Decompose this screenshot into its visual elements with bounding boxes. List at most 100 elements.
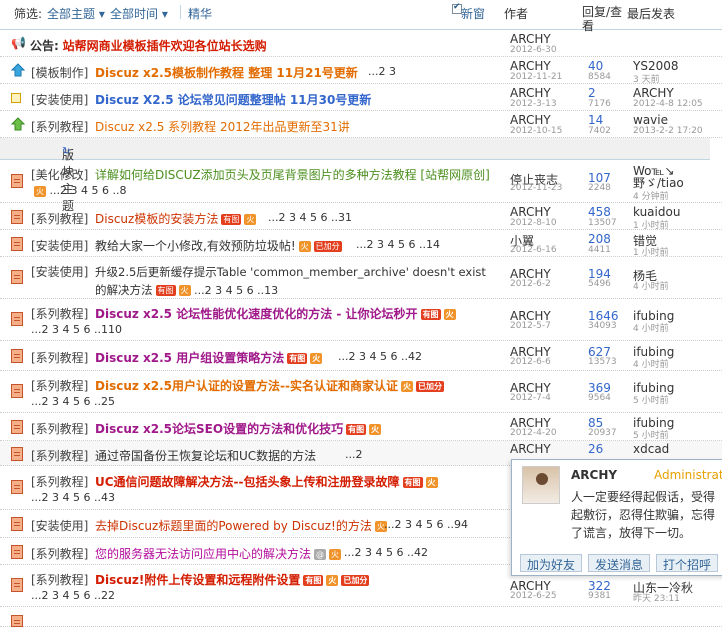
thread-pages[interactable]: ...2 3 4 5 6 ..42: [338, 350, 422, 363]
thread-category[interactable]: [安装使用]: [31, 263, 88, 280]
author[interactable]: ARCHY: [510, 59, 551, 73]
thread-category[interactable]: [系列教程]: [31, 420, 88, 437]
thread-pages[interactable]: ...2 3 4 5 6 ..110: [31, 323, 122, 336]
thread-title[interactable]: Discuz x2.5 论坛性能优化速度优化的方法 - 让你论坛秒开 有图火: [95, 305, 456, 322]
thread-title[interactable]: Discuz模板的安装方法 有图火: [95, 210, 257, 227]
filter-all-topics[interactable]: 全部主题 ▾: [47, 5, 105, 22]
hot-icon: 火: [329, 549, 342, 560]
thread-doc-icon: [11, 349, 23, 363]
thread-category[interactable]: [美化修改]: [31, 166, 88, 183]
refresh-icon[interactable]: ↻: [62, 146, 70, 157]
thread-pages[interactable]: ...2 3 4 5 6 ..31: [268, 211, 352, 224]
thread-title[interactable]: 您的服务器无法访问应用中心的解决方法 @ 火: [95, 545, 342, 562]
thread-category[interactable]: [系列教程]: [31, 305, 88, 322]
view-count: 5496: [588, 279, 611, 289]
thread-title[interactable]: Discuz x2.5用户认证的设置方法--实名认证和商家认证火已加分: [95, 377, 444, 394]
thread-title[interactable]: UC通信问题故障解决方法--包括头象上传和注册登录故障 有图火: [95, 473, 438, 490]
thread-category[interactable]: [系列教程]: [31, 473, 88, 490]
thread-title[interactable]: 升级2.5后更新缓存提示Table 'common_member_archive…: [95, 263, 495, 300]
last-poster[interactable]: xdcad: [633, 442, 669, 456]
post-date: 2012-11-23: [510, 183, 563, 193]
thread-pages[interactable]: ...2 3 4 5 6 ..43: [31, 491, 115, 504]
thread-pages[interactable]: ...2 3 4 5 6 ..94: [384, 518, 468, 531]
user-name[interactable]: ARCHY: [571, 468, 617, 482]
filter-digest[interactable]: 精华: [188, 5, 212, 22]
sticky-row: 📢 公告: 站帮网商业模板插件欢迎各位站长选购 ARCHY 2012-6-30: [0, 30, 722, 57]
thread-pages[interactable]: ...2: [345, 448, 363, 461]
thread-category[interactable]: [系列教程]: [31, 377, 88, 394]
filter-bar: 筛选: 全部主题 ▾ 全部时间 ▾ 精华 新窗 作者 回复/查看 最后发表: [0, 0, 722, 33]
view-count: 2248: [588, 183, 611, 193]
last-time: 4 分钟前: [633, 192, 669, 202]
thread-title[interactable]: Discuz x2.5 用户组设置策略方法 有图火: [95, 349, 323, 366]
thread-pages[interactable]: 火 ...2 3 4 5 6 ..8: [31, 184, 126, 197]
sticky-row: [模板制作] Discuz x2.5模板制作教程 整理 11月21号更新 ...…: [0, 57, 722, 85]
new-window-label[interactable]: 新窗: [461, 5, 485, 22]
last-poster[interactable]: kuaidou: [633, 205, 680, 219]
thread-category[interactable]: [安装使用]: [31, 517, 88, 534]
thread-title[interactable]: Discuz x2.5模板制作教程 整理 11月21号更新: [95, 64, 358, 81]
reply-count[interactable]: 2: [588, 86, 596, 100]
send-message-button[interactable]: 发送消息: [588, 554, 651, 572]
thread-title[interactable]: Discuz x2.5 系列教程 2012年出品更新至31讲: [95, 118, 350, 135]
thread-title[interactable]: 详解如何给DISCUZ添加页头及页尾背景图片的多种方法教程 [站帮网原创]: [95, 166, 490, 183]
author[interactable]: ARCHY: [510, 113, 551, 127]
post-date: 2012-5-7: [510, 321, 551, 331]
view-count: 13573: [588, 357, 617, 367]
reply-count[interactable]: 40: [588, 59, 603, 73]
say-hello-button[interactable]: 打个招呼: [656, 554, 719, 572]
reply-count[interactable]: 458: [588, 205, 611, 219]
thread-category[interactable]: [系列教程]: [31, 571, 88, 588]
thread-title[interactable]: 教给大家一个小修改,有效预防垃圾帖! 火已加分: [95, 237, 342, 254]
avatar[interactable]: [522, 466, 560, 504]
thread-pages[interactable]: ...2 3: [368, 65, 396, 78]
last-time: 5 小时前: [633, 431, 669, 441]
last-poster[interactable]: YS2008: [633, 59, 679, 73]
post-date: 2012-8-10: [510, 218, 557, 228]
announcement-icon: 📢: [11, 36, 26, 50]
reply-count[interactable]: 208: [588, 232, 611, 246]
filter-label: 筛选:: [14, 7, 43, 21]
thread-category[interactable]: [系列教程]: [31, 210, 88, 227]
add-friend-button[interactable]: 加为好友: [520, 554, 583, 572]
thread-pages[interactable]: ...2 3 4 5 6 ..22: [31, 589, 115, 602]
last-poster[interactable]: Wo℡↘野ゞ/tiao: [633, 165, 709, 189]
author[interactable]: ARCHY: [510, 205, 551, 219]
filter-all-time[interactable]: 全部时间 ▾: [110, 5, 168, 22]
thread-title[interactable]: Discuz x2.5论坛SEO设置的方法和优化技巧 有图火: [95, 420, 382, 437]
thread-category[interactable]: [系列教程]: [31, 349, 88, 366]
thread-category[interactable]: [安装使用]: [31, 237, 88, 254]
thread-category[interactable]: [系列教程]: [31, 118, 88, 135]
post-date: 2012-6-6: [510, 357, 551, 367]
thread-title[interactable]: Discuz X2.5 论坛常见问题整理帖 11月30号更新: [95, 91, 371, 108]
view-count: 9381: [588, 591, 611, 601]
has-image-icon: 有图: [346, 424, 367, 435]
view-count: 4411: [588, 245, 611, 255]
view-count: 9564: [588, 393, 611, 403]
thread-category[interactable]: [系列教程]: [31, 447, 88, 464]
reply-count[interactable]: 14: [588, 113, 603, 127]
announce-title[interactable]: 公告: 站帮网商业模板插件欢迎各位站长选购: [30, 37, 267, 54]
author[interactable]: ARCHY: [510, 442, 551, 456]
last-poster[interactable]: ARCHY: [633, 86, 674, 100]
thread-doc-icon: [11, 210, 23, 224]
thread-pages[interactable]: ...2 3 4 5 6 ..14: [356, 238, 440, 251]
section-header: 版块主题 ↻: [0, 138, 710, 213]
thread-title[interactable]: 通过帝国备份王恢复论坛和UC数据的方法: [95, 447, 316, 464]
has-image-icon: 有图: [402, 477, 423, 488]
author[interactable]: ARCHY: [510, 86, 551, 100]
thread-pages[interactable]: ...2 3 4 5 6 ..25: [31, 395, 115, 408]
pin-top-icon: [10, 63, 26, 77]
thread-title[interactable]: 去掉Discuz标题里面的Powered by Discuz!的方法火: [95, 517, 387, 534]
thread-title[interactable]: Discuz!附件上传设置和远程附件设置 有图火已加分: [95, 571, 370, 588]
thread-category[interactable]: [模板制作]: [31, 64, 88, 81]
reply-count[interactable]: 26: [588, 442, 603, 456]
thread-pages[interactable]: ...2 3 4 5 6 ..42: [344, 546, 428, 559]
author[interactable]: ARCHY: [510, 32, 551, 46]
hot-icon: 火: [178, 285, 191, 296]
last-poster[interactable]: wavie: [633, 113, 668, 127]
thread-category[interactable]: [安装使用]: [31, 91, 88, 108]
thread-category[interactable]: [系列教程]: [31, 545, 88, 562]
sticky-row: [安装使用] Discuz X2.5 论坛常见问题整理帖 11月30号更新 AR…: [0, 84, 722, 111]
table-row: [系列教程] Discuz x2.5 论坛性能优化速度优化的方法 - 让你论坛秒…: [0, 299, 722, 341]
